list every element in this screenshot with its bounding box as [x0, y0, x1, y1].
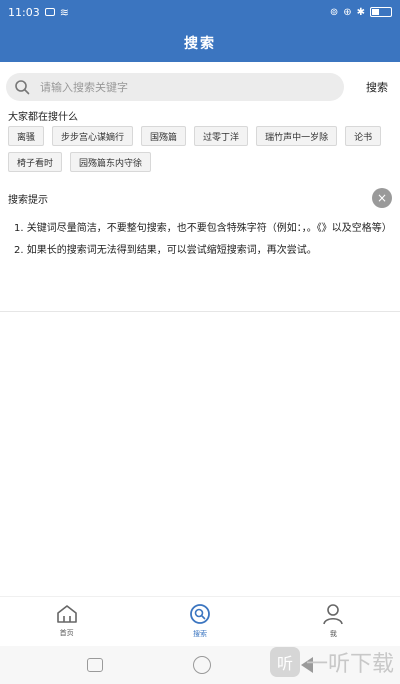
hot-tag[interactable]: 过零丁洋 — [194, 126, 249, 146]
home-circle-icon[interactable] — [193, 656, 211, 674]
tab-me-label: 我 — [329, 629, 337, 638]
tab-home-label: 首页 — [59, 628, 74, 637]
watermark-text: 一听下载 — [305, 652, 394, 677]
tab-me[interactable]: 我 — [267, 597, 400, 644]
search-icon — [190, 603, 210, 624]
camera-icon — [44, 8, 55, 16]
page-title: 搜索 — [184, 36, 216, 52]
hot-tag[interactable]: 国殇篇 — [141, 126, 187, 146]
user-icon — [323, 603, 344, 624]
tip-item-2: 2. 如果长的搜索词无法得到结果，可以尝试缩短搜索词，再次尝试。 — [14, 245, 317, 256]
signal-icon: ⊚ — [329, 6, 339, 18]
hot-search-title: 大家都在搜什么 — [8, 112, 78, 123]
tip-item-1: 1. 关键词尽量简洁，不要整句搜索，也不要包含特殊字符（例如：，。《》以及空格等… — [14, 223, 392, 234]
tab-bar: 首页 搜索 我 — [0, 596, 400, 644]
tab-search-label: 搜索 — [192, 629, 207, 638]
hot-tag[interactable]: 论书 — [345, 126, 382, 146]
battery-icon — [370, 7, 392, 17]
alarm-icon: ⊕ — [343, 6, 352, 18]
hot-tag[interactable]: 瑞竹声中一岁除 — [256, 126, 338, 146]
wifi-icon: ≋ — [59, 5, 69, 19]
close-icon[interactable]: × — [372, 188, 392, 208]
hot-tag[interactable]: 园殇篇东内守徐 — [70, 152, 152, 172]
tips-title: 搜索提示 — [8, 194, 48, 206]
bluetooth-icon: ✱ — [356, 6, 365, 18]
hot-tag[interactable]: 步步宫心谋嫡行 — [52, 126, 134, 146]
search-box[interactable] — [6, 73, 344, 101]
hot-tag[interactable]: 离骚 — [8, 126, 45, 146]
hot-tag[interactable]: 椅子看时 — [8, 152, 63, 172]
tips-body: 1. 关键词尽量简洁，不要整句搜索，也不要包含特殊字符（例如：，。《》以及空格等… — [0, 212, 400, 312]
watermark: 听 一听下载 — [269, 640, 394, 684]
watermark-logo: 听 — [269, 647, 300, 677]
title-bar: 搜索 — [0, 24, 400, 62]
tab-search[interactable]: 搜索 — [133, 597, 266, 644]
home-icon — [56, 604, 77, 623]
status-bar: 11:03 ≋ ⊚ ⊕ ✱ — [0, 0, 400, 24]
tips-header: 搜索提示 × — [0, 186, 400, 210]
hot-tags: 离骚 步步宫心谋嫡行 国殇篇 过零丁洋 瑞竹声中一岁除 论书椅子看时 园殇篇东内守徐 — [8, 126, 392, 172]
status-time: 11:03 — [8, 5, 40, 19]
tab-home[interactable]: 首页 — [0, 597, 133, 644]
search-icon — [15, 80, 30, 95]
recents-icon[interactable] — [87, 658, 103, 672]
search-row: 搜索 — [0, 72, 400, 102]
search-input[interactable] — [40, 80, 320, 94]
search-button[interactable]: 搜索 — [366, 79, 388, 95]
